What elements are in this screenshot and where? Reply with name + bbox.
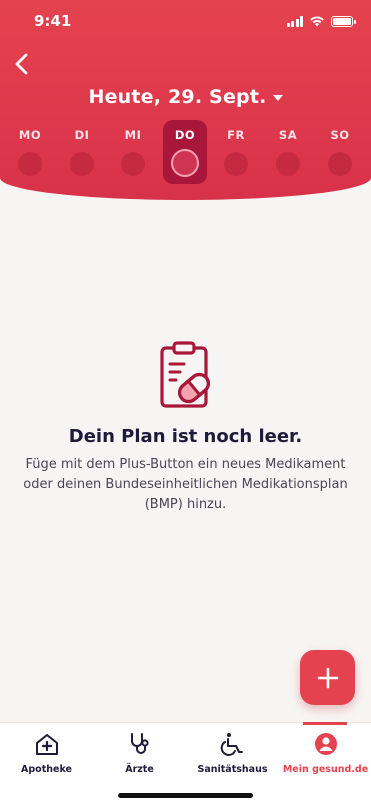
- tab-apotheke[interactable]: Apotheke: [0, 723, 93, 783]
- day-mo[interactable]: MO: [8, 120, 52, 184]
- status-bar: 9:41: [0, 0, 371, 44]
- week-strip: MO DI MI DO FR SA SO: [0, 120, 371, 190]
- day-di[interactable]: DI: [60, 120, 104, 184]
- day-so[interactable]: SO: [318, 120, 362, 184]
- back-button[interactable]: [12, 52, 32, 76]
- caret-down-icon: [272, 95, 283, 101]
- chevron-left-icon: [15, 53, 28, 75]
- date-selector[interactable]: Heute, 29. Sept.: [0, 86, 371, 108]
- day-label: DO: [174, 128, 196, 142]
- clipboard-pill-icon: [156, 340, 216, 412]
- add-button[interactable]: [300, 650, 355, 705]
- day-label: DI: [74, 128, 90, 142]
- day-indicator: [18, 152, 42, 176]
- day-sa[interactable]: SA: [266, 120, 310, 184]
- signal-icon: [286, 15, 303, 27]
- tab-mein-gesund[interactable]: Mein gesund.de: [279, 722, 371, 783]
- tab-label: Mein gesund.de: [282, 764, 369, 775]
- date-title: Heute, 29. Sept.: [88, 86, 267, 108]
- wifi-icon: [310, 16, 324, 27]
- status-icons: [286, 15, 356, 27]
- tab-aerzte[interactable]: Ärzte: [93, 723, 186, 783]
- tab-label: Apotheke: [21, 764, 72, 775]
- day-label: SA: [278, 128, 298, 142]
- tab-bar: Apotheke Ärzte Sanitätshaus Mein gesund.…: [0, 722, 371, 804]
- battery-icon: [331, 15, 356, 27]
- tab-label: Ärzte: [125, 764, 154, 775]
- day-fr[interactable]: FR: [214, 120, 258, 184]
- empty-state-title: Dein Plan ist noch leer.: [68, 426, 303, 447]
- header: 9:41 Heute, 29. Sept. MO DI MI DO FR SA …: [0, 0, 371, 200]
- day-indicator: [171, 149, 199, 177]
- day-label: FR: [227, 128, 245, 142]
- home-indicator: [118, 793, 253, 798]
- pharmacy-icon: [35, 734, 58, 755]
- empty-state: Dein Plan ist noch leer. Füge mit dem Pl…: [0, 340, 371, 515]
- day-indicator: [276, 152, 300, 176]
- status-time: 9:41: [34, 12, 72, 30]
- wheelchair-icon: [220, 733, 243, 756]
- day-do[interactable]: DO: [163, 120, 207, 184]
- stethoscope-icon: [130, 733, 149, 754]
- tab-label: Sanitätshaus: [197, 764, 268, 775]
- day-indicator: [70, 152, 94, 176]
- day-label: MI: [124, 128, 142, 142]
- tab-sanitaetshaus[interactable]: Sanitätshaus: [186, 723, 279, 783]
- plus-icon: [317, 667, 338, 688]
- day-indicator: [328, 152, 352, 176]
- day-label: SO: [330, 128, 350, 142]
- day-indicator: [224, 152, 248, 176]
- day-mi[interactable]: MI: [111, 120, 155, 184]
- day-indicator: [121, 152, 145, 176]
- empty-state-description: Füge mit dem Plus-Button ein neues Medik…: [23, 457, 348, 512]
- day-label: MO: [18, 128, 42, 142]
- profile-icon: [314, 733, 337, 755]
